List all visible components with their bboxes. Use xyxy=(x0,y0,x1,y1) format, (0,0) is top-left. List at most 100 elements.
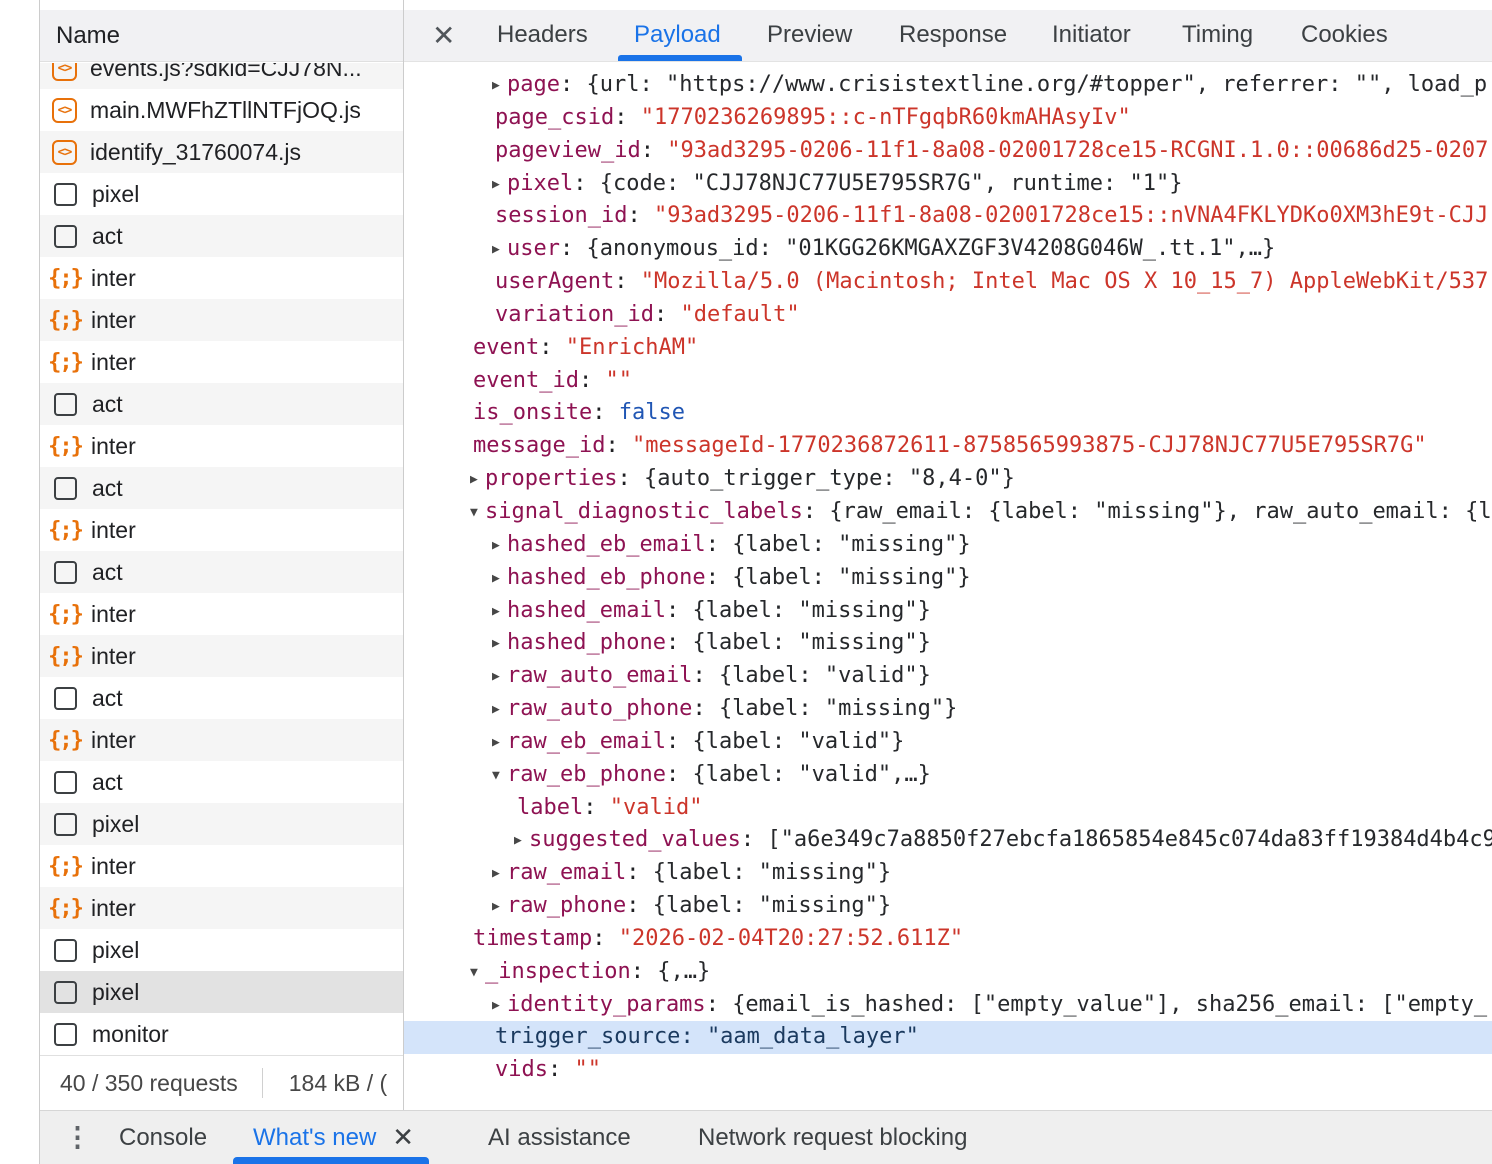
tab-preview[interactable]: Preview xyxy=(767,10,852,60)
request-row[interactable]: monitor xyxy=(40,1013,403,1055)
request-row[interactable]: pixel xyxy=(40,803,403,845)
collapse-arrow-icon[interactable]: ▼ xyxy=(470,497,485,529)
expand-arrow-icon[interactable]: ▶ xyxy=(492,563,507,595)
name-column-header[interactable]: Name xyxy=(40,10,403,62)
payload-row[interactable]: ▶raw_auto_email: {label: "valid"} xyxy=(404,660,1492,693)
payload-value: "messageId-1770236872611-8758565993875-C… xyxy=(632,433,1427,458)
request-name: inter xyxy=(91,601,136,628)
payload-value: "valid" xyxy=(610,795,703,820)
payload-row[interactable]: page_csid: "1770236269895::c-nTFgqbR60km… xyxy=(404,102,1492,135)
request-row[interactable]: act xyxy=(40,761,403,803)
payload-key: suggested_values xyxy=(529,827,741,852)
payload-row[interactable]: message_id: "messageId-1770236872611-875… xyxy=(404,430,1492,463)
payload-key: raw_eb_email xyxy=(507,729,666,754)
request-row[interactable]: act xyxy=(40,215,403,257)
tab-headers[interactable]: Headers xyxy=(497,10,588,60)
payload-row[interactable]: ▶raw_email: {label: "missing"} xyxy=(404,857,1492,890)
drawer-tab-ai-assistance[interactable]: AI assistance xyxy=(488,1111,631,1164)
payload-key: raw_phone xyxy=(507,893,626,918)
request-row[interactable]: act xyxy=(40,467,403,509)
payload-row[interactable]: ▼_inspection: {,…} xyxy=(404,956,1492,989)
payload-row[interactable]: event: "EnrichAM" xyxy=(404,332,1492,365)
request-row[interactable]: {;} inter xyxy=(40,299,403,341)
tab-initiator[interactable]: Initiator xyxy=(1052,10,1131,60)
request-row[interactable]: {;} inter xyxy=(40,845,403,887)
payload-row[interactable]: pageview_id: "93ad3295-0206-11f1-8a08-02… xyxy=(404,135,1492,168)
payload-row[interactable]: ▶hashed_email: {label: "missing"} xyxy=(404,595,1492,628)
payload-row[interactable]: ▶raw_phone: {label: "missing"} xyxy=(404,890,1492,923)
payload-row[interactable]: ▶raw_eb_email: {label: "valid"} xyxy=(404,726,1492,759)
request-row[interactable]: {;} inter xyxy=(40,257,403,299)
request-row[interactable]: {;} inter xyxy=(40,425,403,467)
request-name: inter xyxy=(91,727,136,754)
request-row[interactable]: pixel xyxy=(40,929,403,971)
tab-timing[interactable]: Timing xyxy=(1182,10,1253,60)
request-row[interactable]: {;} inter xyxy=(40,341,403,383)
expand-arrow-icon[interactable]: ▶ xyxy=(492,234,507,266)
drawer-tab-network-request-blocking[interactable]: Network request blocking xyxy=(698,1111,967,1164)
expand-arrow-icon[interactable]: ▶ xyxy=(492,169,507,201)
payload-key: hashed_eb_phone xyxy=(507,565,706,590)
generic-request-icon xyxy=(54,1023,77,1046)
request-row[interactable]: pixel xyxy=(40,971,403,1013)
request-row[interactable]: {;} inter xyxy=(40,887,403,929)
expand-arrow-icon[interactable]: ▶ xyxy=(514,825,529,857)
payload-row[interactable]: variation_id: "default" xyxy=(404,299,1492,332)
payload-row[interactable]: ▶hashed_eb_phone: {label: "missing"} xyxy=(404,562,1492,595)
tab-cookies[interactable]: Cookies xyxy=(1301,10,1388,60)
expand-arrow-icon[interactable]: ▶ xyxy=(470,464,485,496)
expand-arrow-icon[interactable]: ▶ xyxy=(492,694,507,726)
payload-row[interactable]: timestamp: "2026-02-04T20:27:52.611Z" xyxy=(404,923,1492,956)
request-row[interactable]: {;} inter xyxy=(40,635,403,677)
collapse-arrow-icon[interactable]: ▼ xyxy=(492,760,507,792)
payload-value: "93ad3295-0206-11f1-8a08-02001728ce15::n… xyxy=(654,203,1488,228)
payload-row[interactable]: ▼raw_eb_phone: {label: "valid",…} xyxy=(404,759,1492,792)
close-whats-new-icon[interactable]: ✕ xyxy=(392,1122,414,1153)
payload-row[interactable]: ▼signal_diagnostic_labels: {raw_email: {… xyxy=(404,496,1492,529)
payload-row[interactable]: ▶user: {anonymous_id: "01KGG26KMGAXZGF3V… xyxy=(404,233,1492,266)
tab-response[interactable]: Response xyxy=(899,10,1007,60)
request-name: pixel xyxy=(92,181,139,208)
drawer-tab-console[interactable]: Console xyxy=(119,1111,207,1164)
payload-row[interactable]: session_id: "93ad3295-0206-11f1-8a08-020… xyxy=(404,200,1492,233)
payload-row[interactable]: trigger_source: "aam_data_layer" xyxy=(404,1021,1492,1054)
request-row[interactable]: act xyxy=(40,383,403,425)
payload-row[interactable]: vids: "" xyxy=(404,1054,1492,1087)
payload-row[interactable]: ▶hashed_eb_email: {label: "missing"} xyxy=(404,529,1492,562)
request-row[interactable]: act xyxy=(40,677,403,719)
tab-payload[interactable]: Payload xyxy=(634,10,721,60)
request-row[interactable]: <> events.js?sdkid=CJJ78N... xyxy=(40,63,403,89)
payload-row[interactable]: event_id: "" xyxy=(404,365,1492,398)
expand-arrow-icon[interactable]: ▶ xyxy=(492,70,507,102)
expand-arrow-icon[interactable]: ▶ xyxy=(492,596,507,628)
expand-arrow-icon[interactable]: ▶ xyxy=(492,891,507,923)
drawer-menu-button[interactable]: ⋮ xyxy=(64,1111,91,1164)
payload-row[interactable]: userAgent: "Mozilla/5.0 (Macintosh; Inte… xyxy=(404,266,1492,299)
payload-row[interactable]: label: "valid" xyxy=(404,792,1492,825)
close-detail-panel-button[interactable]: ✕ xyxy=(432,10,455,60)
payload-row[interactable]: ▶raw_auto_phone: {label: "missing"} xyxy=(404,693,1492,726)
payload-row[interactable]: ▶hashed_phone: {label: "missing"} xyxy=(404,627,1492,660)
payload-row[interactable]: ▶suggested_values: ["a6e349c7a8850f27ebc… xyxy=(404,824,1492,857)
expand-arrow-icon[interactable]: ▶ xyxy=(492,727,507,759)
payload-row[interactable]: ▶identity_params: {email_is_hashed: ["em… xyxy=(404,989,1492,1022)
script-request-icon: <> xyxy=(52,63,77,81)
request-row[interactable]: act xyxy=(40,551,403,593)
payload-row[interactable]: ▶properties: {auto_trigger_type: "8,4-0"… xyxy=(404,463,1492,496)
request-row[interactable]: {;} inter xyxy=(40,509,403,551)
collapse-arrow-icon[interactable]: ▼ xyxy=(470,957,485,989)
request-row[interactable]: <> identify_31760074.js xyxy=(40,131,403,173)
payload-row[interactable]: ▶pixel: {code: "CJJ78NJC77U5E795SR7G", r… xyxy=(404,168,1492,201)
payload-row[interactable]: ▶page: {url: "https://www.crisistextline… xyxy=(404,69,1492,102)
request-row[interactable]: <> main.MWFhZTllNTFjOQ.js xyxy=(40,89,403,131)
expand-arrow-icon[interactable]: ▶ xyxy=(492,628,507,660)
request-row[interactable]: {;} inter xyxy=(40,593,403,635)
expand-arrow-icon[interactable]: ▶ xyxy=(492,858,507,890)
request-row[interactable]: pixel xyxy=(40,173,403,215)
expand-arrow-icon[interactable]: ▶ xyxy=(492,990,507,1022)
expand-arrow-icon[interactable]: ▶ xyxy=(492,530,507,562)
request-name: monitor xyxy=(92,1021,169,1048)
expand-arrow-icon[interactable]: ▶ xyxy=(492,661,507,693)
request-row[interactable]: {;} inter xyxy=(40,719,403,761)
payload-row[interactable]: is_onsite: false xyxy=(404,397,1492,430)
